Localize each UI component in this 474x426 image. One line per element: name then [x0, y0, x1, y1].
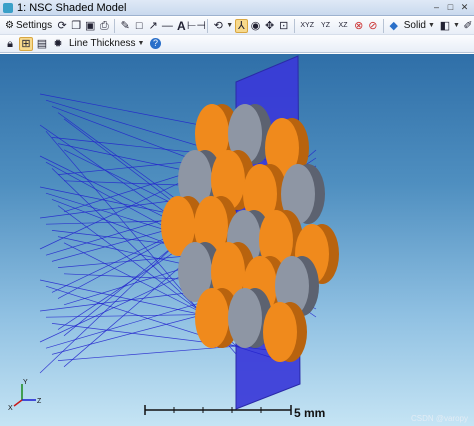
line-icon: — — [161, 19, 173, 32]
xz-view-button[interactable]: XZ — [335, 19, 350, 33]
pan-icon: ✥ — [265, 19, 275, 32]
save-button[interactable]: ▣ — [84, 19, 96, 33]
print-button[interactable]: ⎙ — [98, 19, 110, 33]
render-mode-dropdown[interactable]: Solid ▼ — [402, 20, 437, 31]
settings-label: Settings — [15, 20, 53, 31]
refresh-button[interactable]: ⟳ — [56, 19, 68, 33]
scale-label: 5 mm — [294, 406, 326, 420]
frame-icon: ⊞ — [21, 37, 31, 50]
axis-icon: ⅄ — [238, 19, 245, 32]
shaded-model-canvas: Y Z X — [8, 55, 339, 412]
window-button[interactable]: ▤ — [35, 37, 49, 51]
lock-button[interactable]: 🔒︎ — [3, 37, 17, 51]
axis-triad-icon: Y Z X — [8, 379, 42, 412]
zoom-fit-button[interactable]: ⊡ — [278, 19, 290, 33]
dimension-icon: ⊢⊣ — [186, 19, 206, 32]
scale-bar — [144, 405, 292, 415]
camera-icon: ◉ — [250, 19, 261, 32]
pan-button[interactable]: ✥ — [264, 19, 276, 33]
camera-button[interactable]: ◉ — [250, 19, 262, 33]
window-icon: ▤ — [36, 37, 48, 50]
pencil-button[interactable]: ✎ — [119, 19, 131, 33]
3d-viewport[interactable]: Y Z X — [0, 54, 474, 426]
hide-icon: ⊘ — [368, 19, 378, 32]
rectangle-icon: □ — [135, 19, 143, 32]
rotate-icon: ⟲ — [213, 19, 223, 32]
reset-button[interactable]: ⊗ — [353, 19, 365, 33]
line-button[interactable]: — — [161, 19, 173, 33]
xyz-view-icon: XYZ — [300, 21, 314, 29]
help-button[interactable]: ? — [148, 37, 162, 51]
hide-button[interactable]: ⊘ — [367, 19, 379, 33]
svg-text:Y: Y — [23, 379, 28, 386]
pin-button[interactable]: ✐ — [462, 19, 474, 33]
pencil-icon: ✎ — [120, 19, 130, 32]
xyz-view-icon: XZ — [338, 21, 348, 29]
copy-icon: ❐ — [71, 19, 82, 32]
arrow-icon: ↗ — [148, 19, 158, 32]
toolbar-separator — [114, 18, 116, 33]
gear-button[interactable]: ✹ — [51, 37, 65, 51]
maximize-icon[interactable]: □ — [445, 2, 456, 13]
chevron-down-icon: ▼ — [428, 22, 435, 29]
pin-icon: ✐ — [463, 19, 473, 32]
lens-cylinder — [263, 302, 307, 362]
arrow-button[interactable]: ↗ — [147, 19, 159, 33]
chevron-down-icon[interactable]: ▼ — [226, 22, 233, 29]
render-mode-label: Solid — [403, 20, 426, 31]
xyz-view-icon: YZ — [321, 21, 330, 29]
rectangle-button[interactable]: □ — [133, 19, 145, 33]
color-icon: ◧ — [439, 19, 451, 32]
settings-button[interactable]: ⚙ Settings — [3, 20, 54, 31]
toolbar-separator — [207, 18, 209, 33]
toolbar-separator — [382, 18, 384, 33]
dimension-button[interactable]: ⊢⊣ — [186, 19, 206, 33]
watermark: CSDN @varopy — [410, 414, 468, 423]
axis-button[interactable]: ⅄ — [235, 18, 248, 33]
help-icon: ? — [149, 38, 161, 49]
minimize-icon[interactable]: – — [431, 2, 442, 13]
zoom-fit-icon: ⊡ — [279, 19, 289, 32]
reset-icon: ⊗ — [354, 19, 364, 32]
text-icon: A — [177, 18, 186, 33]
yz-view-button[interactable]: YZ — [318, 19, 333, 33]
secondary-toolbar: 🔒︎ ⊞ ▤ ✹ Line Thickness ▼ ? — [0, 35, 474, 53]
gear-icon: ✹ — [53, 37, 63, 50]
settings-icon: ⚙ — [5, 20, 14, 31]
main-toolbar: ⚙ Settings ⟳ ❐ ▣ ⎙ ✎ □ ↗ — A ⊢⊣ ⟲ ▼ ⅄ ◉ … — [0, 17, 474, 35]
save-icon: ▣ — [85, 19, 96, 32]
print-icon: ⎙ — [99, 19, 109, 32]
line-thickness-label: Line Thickness — [69, 38, 136, 49]
text-button[interactable]: A — [175, 19, 187, 33]
svg-text:Z: Z — [37, 398, 42, 405]
window-titlebar: 1: NSC Shaded Model – □ ✕ — [0, 0, 474, 16]
chevron-down-icon: ▼ — [137, 40, 145, 47]
cube-icon: ◆ — [389, 19, 398, 32]
refresh-icon: ⟳ — [57, 19, 67, 32]
frame-button[interactable]: ⊞ — [19, 36, 33, 51]
app-icon — [3, 2, 13, 13]
window-controls: – □ ✕ — [431, 2, 470, 13]
copy-button[interactable]: ❐ — [70, 19, 82, 33]
chevron-down-icon[interactable]: ▼ — [453, 22, 460, 29]
close-icon[interactable]: ✕ — [459, 2, 470, 13]
color-button[interactable]: ◧ — [439, 19, 451, 33]
toolbar-separator — [293, 18, 295, 33]
window-title: 1: NSC Shaded Model — [17, 1, 127, 14]
svg-text:X: X — [8, 405, 13, 412]
rotate-button[interactable]: ⟲ — [212, 19, 224, 33]
lock-icon: 🔒︎ — [7, 37, 13, 50]
xy-view-button[interactable]: XYZ — [299, 19, 316, 33]
cube-button[interactable]: ◆ — [388, 19, 400, 33]
line-thickness-dropdown[interactable]: Line Thickness ▼ — [67, 38, 146, 49]
